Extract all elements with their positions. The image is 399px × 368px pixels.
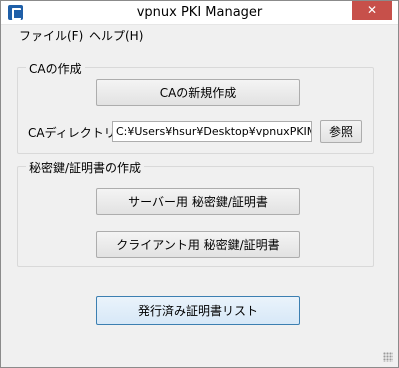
client-cert-button[interactable]: クライアント用 秘密鍵/証明書 (96, 231, 300, 258)
key-cert-group-legend: 秘密鍵/証明書の作成 (26, 159, 145, 176)
ca-group-legend: CAの作成 (26, 60, 85, 77)
new-ca-button[interactable]: CAの新規作成 (96, 79, 300, 106)
resize-grip[interactable] (383, 352, 393, 362)
app-window: vpnux PKI Manager ✕ ファイル(F) ヘルプ(H) CAの作成… (0, 0, 399, 368)
server-cert-button[interactable]: サーバー用 秘密鍵/証明書 (96, 188, 300, 215)
menu-bar: ファイル(F) ヘルプ(H) (1, 25, 398, 45)
browse-button[interactable]: 参照 (320, 120, 362, 143)
close-button[interactable]: ✕ (352, 1, 392, 20)
title-bar: vpnux PKI Manager ✕ (1, 1, 398, 25)
window-title: vpnux PKI Manager (136, 5, 263, 20)
issued-cert-list-button[interactable]: 発行済み証明書リスト (96, 296, 300, 325)
ca-directory-field[interactable]: C:¥Users¥hsur¥Desktop¥vpnuxPKIMar (112, 121, 312, 142)
menu-help[interactable]: ヘルプ(H) (87, 27, 145, 44)
menu-file[interactable]: ファイル(F) (17, 27, 85, 44)
